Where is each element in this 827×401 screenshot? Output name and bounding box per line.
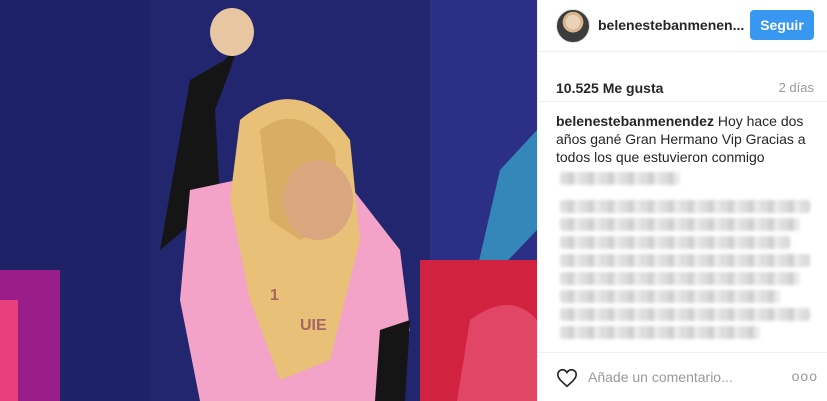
blurred-comment	[560, 236, 790, 249]
caption-username[interactable]: belenestebanmenendez	[556, 113, 714, 129]
post-side-panel: belenestebanmenen... Seguir 10.525 Me gu…	[537, 0, 827, 401]
blurred-comment	[560, 200, 810, 213]
comment-input[interactable]	[588, 366, 778, 388]
blurred-comment	[560, 308, 810, 321]
post-time[interactable]: 2 días	[779, 80, 814, 95]
svg-text:UIE: UIE	[300, 317, 327, 334]
post-header: belenestebanmenen... Seguir	[538, 0, 827, 52]
blurred-comment	[560, 218, 800, 231]
follow-button[interactable]: Seguir	[750, 10, 814, 40]
blurred-comment	[560, 290, 780, 303]
blurred-comment	[560, 326, 760, 339]
post-photo[interactable]: 1 UIE	[0, 0, 537, 401]
svg-text:1: 1	[270, 287, 279, 304]
post-stats: 10.525 Me gusta 2 días	[538, 52, 827, 102]
blurred-comment	[560, 272, 800, 285]
avatar[interactable]	[556, 9, 590, 43]
blurred-comment	[560, 254, 810, 267]
post-caption: belenestebanmenendez Hoy hace dos años g…	[556, 112, 818, 166]
more-options-icon[interactable]: ooo	[792, 368, 818, 384]
photo-illustration: 1 UIE	[0, 0, 537, 401]
post-footer: ooo	[538, 352, 827, 401]
heart-outline-icon[interactable]	[556, 367, 578, 389]
likes-count[interactable]: 10.525 Me gusta	[556, 80, 663, 96]
blurred-comment	[560, 172, 680, 185]
header-username[interactable]: belenestebanmenen...	[598, 17, 744, 33]
